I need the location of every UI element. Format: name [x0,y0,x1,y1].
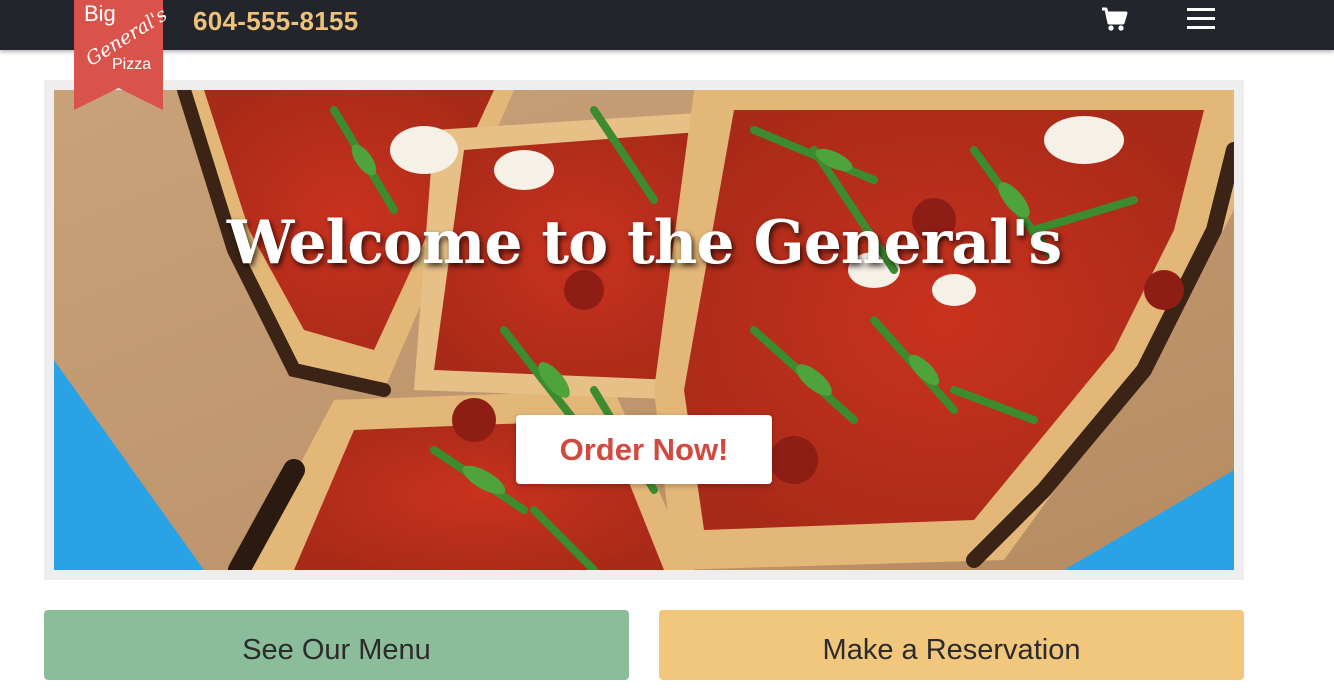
logo-text-pizza: Pizza [112,56,152,73]
phone-number-link[interactable]: 604-555-8155 [193,4,359,38]
shopping-cart-icon [1102,7,1128,31]
hamburger-menu-icon [1187,8,1215,29]
cart-button[interactable] [1101,7,1129,33]
hero-banner: Welcome to the General's Order Now! [54,90,1234,570]
see-menu-button[interactable]: See Our Menu [44,610,629,680]
order-now-button[interactable]: Order Now! [516,415,772,484]
make-reservation-button[interactable]: Make a Reservation [659,610,1244,680]
logo-text-big: Big [84,1,116,26]
top-navbar: 604-555-8155 [0,0,1334,50]
hero-title: Welcome to the General's [226,208,1062,278]
pizza-hero-image [54,90,1234,570]
hero-frame: Welcome to the General's Order Now! [44,80,1244,580]
hamburger-menu-button[interactable] [1186,6,1216,32]
brand-logo[interactable]: Big General's Pizza [74,0,171,110]
